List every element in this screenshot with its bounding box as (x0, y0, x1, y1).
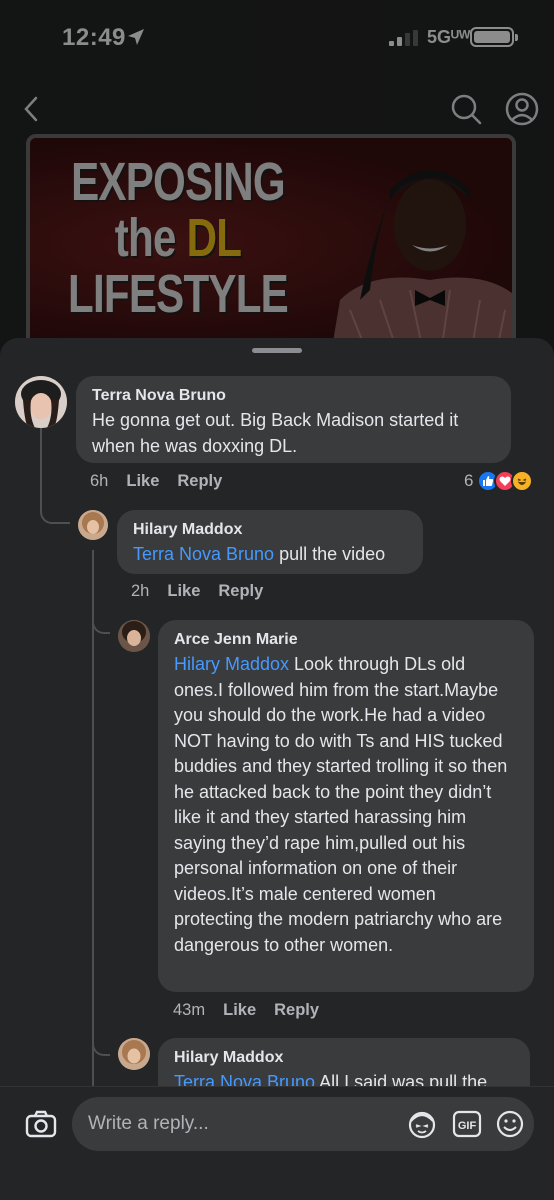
mention-link[interactable]: Terra Nova Bruno (133, 544, 274, 564)
gif-icon[interactable]: GIF (451, 1109, 483, 1139)
comment-bubble[interactable]: Terra Nova Bruno He gonna get out. Big B… (76, 376, 511, 463)
thread-connector (40, 498, 70, 524)
reaction-summary[interactable]: 6 (464, 469, 534, 493)
comment-text: Terra Nova Bruno pull the video (133, 544, 386, 564)
comment-bubble[interactable]: Arce Jenn Marie Hilary Maddox Look throu… (158, 620, 534, 992)
avatar[interactable] (15, 376, 67, 428)
reply-bar: GIF (0, 1086, 554, 1200)
avatar[interactable] (118, 1038, 150, 1070)
comment-time: 43m (173, 1001, 206, 1019)
thread-connector (92, 1028, 110, 1056)
comments-sheet: Terra Nova Bruno He gonna get out. Big B… (0, 338, 554, 1200)
like-button[interactable]: Like (167, 582, 200, 600)
thread-line (40, 424, 42, 504)
comment-author[interactable]: Arce Jenn Marie (174, 630, 518, 650)
thread-connector (92, 606, 110, 634)
comment-author[interactable]: Hilary Maddox (174, 1048, 514, 1068)
svg-text:GIF: GIF (458, 1120, 477, 1132)
sheet-grabber[interactable] (252, 348, 302, 353)
comment-text: He gonna get out. Big Back Madison start… (92, 410, 459, 456)
mention-link[interactable]: Hilary Maddox (174, 654, 289, 674)
thread-line (92, 550, 94, 1090)
comment-bubble[interactable]: Hilary Maddox Terra Nova Bruno pull the … (117, 510, 423, 574)
avatar-sticker-icon[interactable] (406, 1109, 438, 1139)
comment-time: 6h (90, 472, 109, 490)
like-button[interactable]: Like (126, 472, 159, 490)
comment-author[interactable]: Hilary Maddox (133, 520, 407, 540)
camera-icon[interactable] (24, 1107, 58, 1141)
reply-button[interactable]: Reply (177, 472, 222, 490)
haha-reaction-icon (511, 470, 534, 492)
reaction-count: 6 (464, 471, 474, 490)
comment-time: 2h (131, 582, 150, 600)
comment-meta: 43m Like Reply (173, 1001, 337, 1020)
comment-meta: 2h Like Reply (131, 582, 281, 601)
reply-button[interactable]: Reply (218, 582, 263, 600)
like-button[interactable]: Like (223, 1001, 256, 1019)
avatar[interactable] (78, 510, 108, 540)
emoji-icon[interactable] (494, 1109, 526, 1139)
comment-author[interactable]: Terra Nova Bruno (92, 386, 495, 406)
comment-text: Hilary Maddox Look through DLs old ones.… (174, 654, 508, 955)
reply-button[interactable]: Reply (274, 1001, 319, 1019)
avatar[interactable] (118, 620, 150, 652)
comment-meta: 6h Like Reply (90, 472, 240, 491)
